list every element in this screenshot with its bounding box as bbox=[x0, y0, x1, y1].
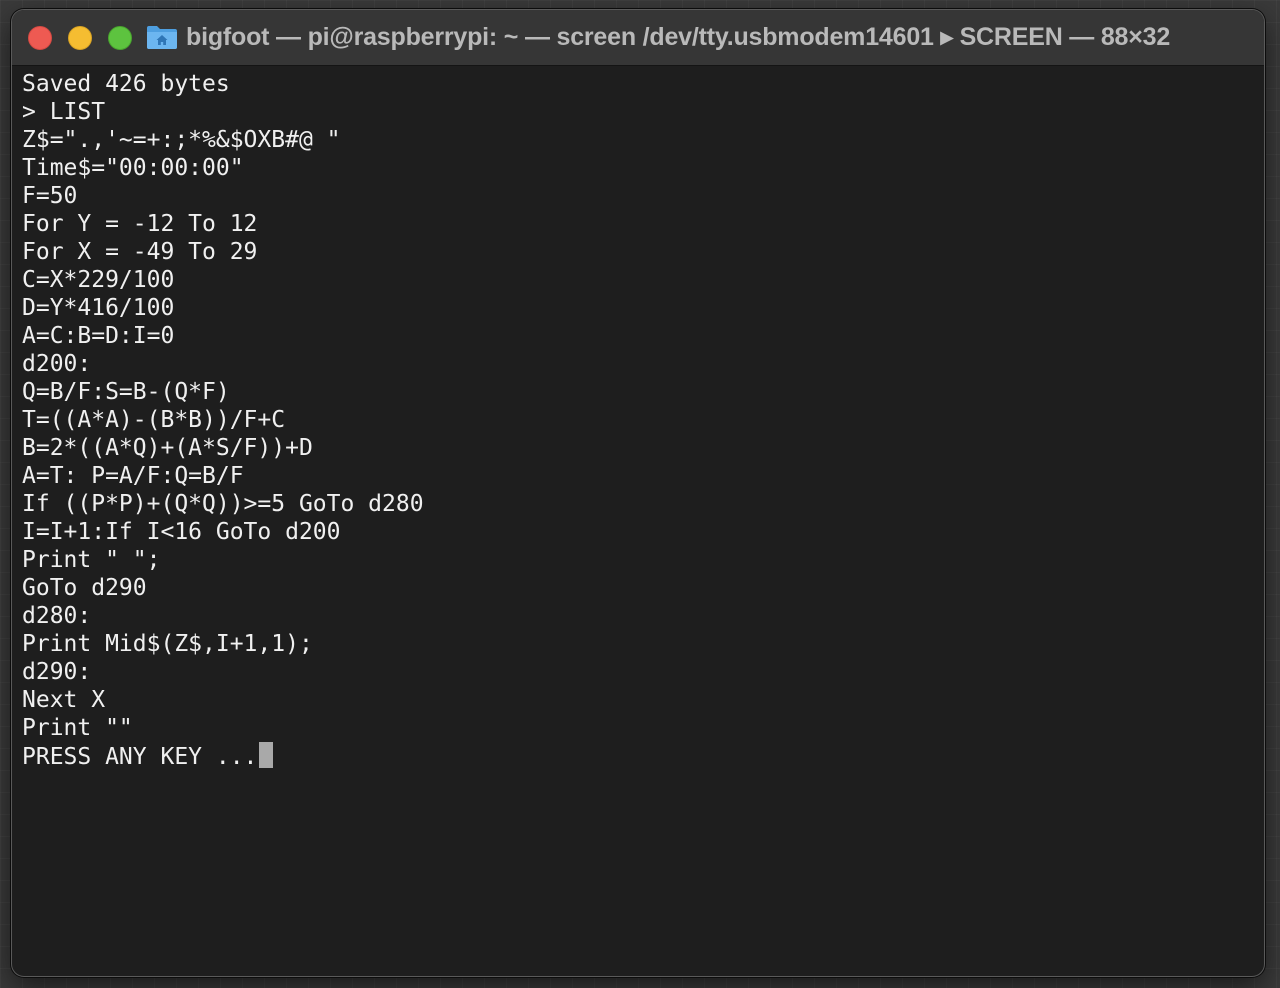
terminal-line: Saved 426 bytes bbox=[22, 70, 1254, 98]
terminal-line: Print "" bbox=[22, 714, 1254, 742]
terminal-line-text: d200: bbox=[22, 351, 92, 377]
terminal-line: Print " "; bbox=[22, 546, 1254, 574]
terminal-line: Time$="00:00:00" bbox=[22, 154, 1254, 182]
terminal-line-text: F=50 bbox=[22, 183, 78, 209]
terminal-line-text: D=Y*416/100 bbox=[22, 295, 175, 321]
title-bar[interactable]: bigfoot — pi@raspberrypi: ~ — screen /de… bbox=[12, 10, 1264, 66]
terminal-line-text: Time$="00:00:00" bbox=[22, 155, 244, 181]
terminal-line-text: If ((P*P)+(Q*Q))>=5 GoTo d280 bbox=[22, 491, 424, 517]
terminal-line: d290: bbox=[22, 658, 1254, 686]
terminal-line-text: Print Mid$(Z$,I+1,1); bbox=[22, 631, 313, 657]
terminal-line: > LIST bbox=[22, 98, 1254, 126]
terminal-line-text: A=C:B=D:I=0 bbox=[22, 323, 175, 349]
minimize-button[interactable] bbox=[68, 26, 92, 50]
terminal-line-text: Next X bbox=[22, 687, 106, 713]
terminal-line: d280: bbox=[22, 602, 1254, 630]
terminal-line: Print Mid$(Z$,I+1,1); bbox=[22, 630, 1254, 658]
terminal-line-text: > LIST bbox=[22, 99, 106, 125]
terminal-line-text: GoTo d290 bbox=[22, 575, 147, 601]
terminal-line-text: C=X*229/100 bbox=[22, 267, 175, 293]
terminal-line-text: I=I+1:If I<16 GoTo d200 bbox=[22, 519, 341, 545]
terminal-line: B=2*((A*Q)+(A*S/F))+D bbox=[22, 434, 1254, 462]
terminal-line: Z$=".,'~=+:;*%&$OXB#@ " bbox=[22, 126, 1254, 154]
terminal-line: GoTo d290 bbox=[22, 574, 1254, 602]
terminal-window: bigfoot — pi@raspberrypi: ~ — screen /de… bbox=[12, 10, 1264, 976]
terminal-line: PRESS ANY KEY ... bbox=[22, 742, 1254, 770]
terminal-line: T=((A*A)-(B*B))/F+C bbox=[22, 406, 1254, 434]
terminal-output[interactable]: Saved 426 bytes > LIST Z$=".,'~=+:;*%&$OXB… bbox=[22, 70, 1254, 968]
close-button[interactable] bbox=[28, 26, 52, 50]
terminal-line: D=Y*416/100 bbox=[22, 294, 1254, 322]
terminal-line: C=X*229/100 bbox=[22, 266, 1254, 294]
terminal-line: A=T: P=A/F:Q=B/F bbox=[22, 462, 1254, 490]
maximize-button[interactable] bbox=[108, 26, 132, 50]
terminal-line-text: T=((A*A)-(B*B))/F+C bbox=[22, 407, 286, 433]
terminal-line-text: d290: bbox=[22, 659, 92, 685]
terminal-line: For X = -49 To 29 bbox=[22, 238, 1254, 266]
terminal-line-text: Saved 426 bytes bbox=[22, 71, 230, 97]
terminal-line: A=C:B=D:I=0 bbox=[22, 322, 1254, 350]
window-title: bigfoot — pi@raspberrypi: ~ — screen /de… bbox=[186, 23, 1171, 51]
terminal-line: Q=B/F:S=B-(Q*F) bbox=[22, 378, 1254, 406]
terminal-line: Next X bbox=[22, 686, 1254, 714]
terminal-line: For Y = -12 To 12 bbox=[22, 210, 1254, 238]
terminal-line-text: B=2*((A*Q)+(A*S/F))+D bbox=[22, 435, 313, 461]
folder-home-icon bbox=[146, 24, 178, 50]
terminal-line-text: PRESS ANY KEY ... bbox=[22, 744, 258, 770]
terminal-line-text: For X = -49 To 29 bbox=[22, 239, 258, 265]
terminal-line-text: For Y = -12 To 12 bbox=[22, 211, 258, 237]
text-cursor bbox=[259, 742, 274, 768]
terminal-line-text: Z$=".,'~=+:;*%&$OXB#@ " bbox=[22, 127, 341, 153]
terminal-line: F=50 bbox=[22, 182, 1254, 210]
terminal-line-text: Print " "; bbox=[22, 547, 161, 573]
terminal-line-text: Print "" bbox=[22, 715, 133, 741]
terminal-line-text: A=T: P=A/F:Q=B/F bbox=[22, 463, 244, 489]
terminal-line: d200: bbox=[22, 350, 1254, 378]
terminal-line-text: Q=B/F:S=B-(Q*F) bbox=[22, 379, 230, 405]
terminal-line: I=I+1:If I<16 GoTo d200 bbox=[22, 518, 1254, 546]
terminal-line-text: d280: bbox=[22, 603, 92, 629]
terminal-line: If ((P*P)+(Q*Q))>=5 GoTo d280 bbox=[22, 490, 1254, 518]
